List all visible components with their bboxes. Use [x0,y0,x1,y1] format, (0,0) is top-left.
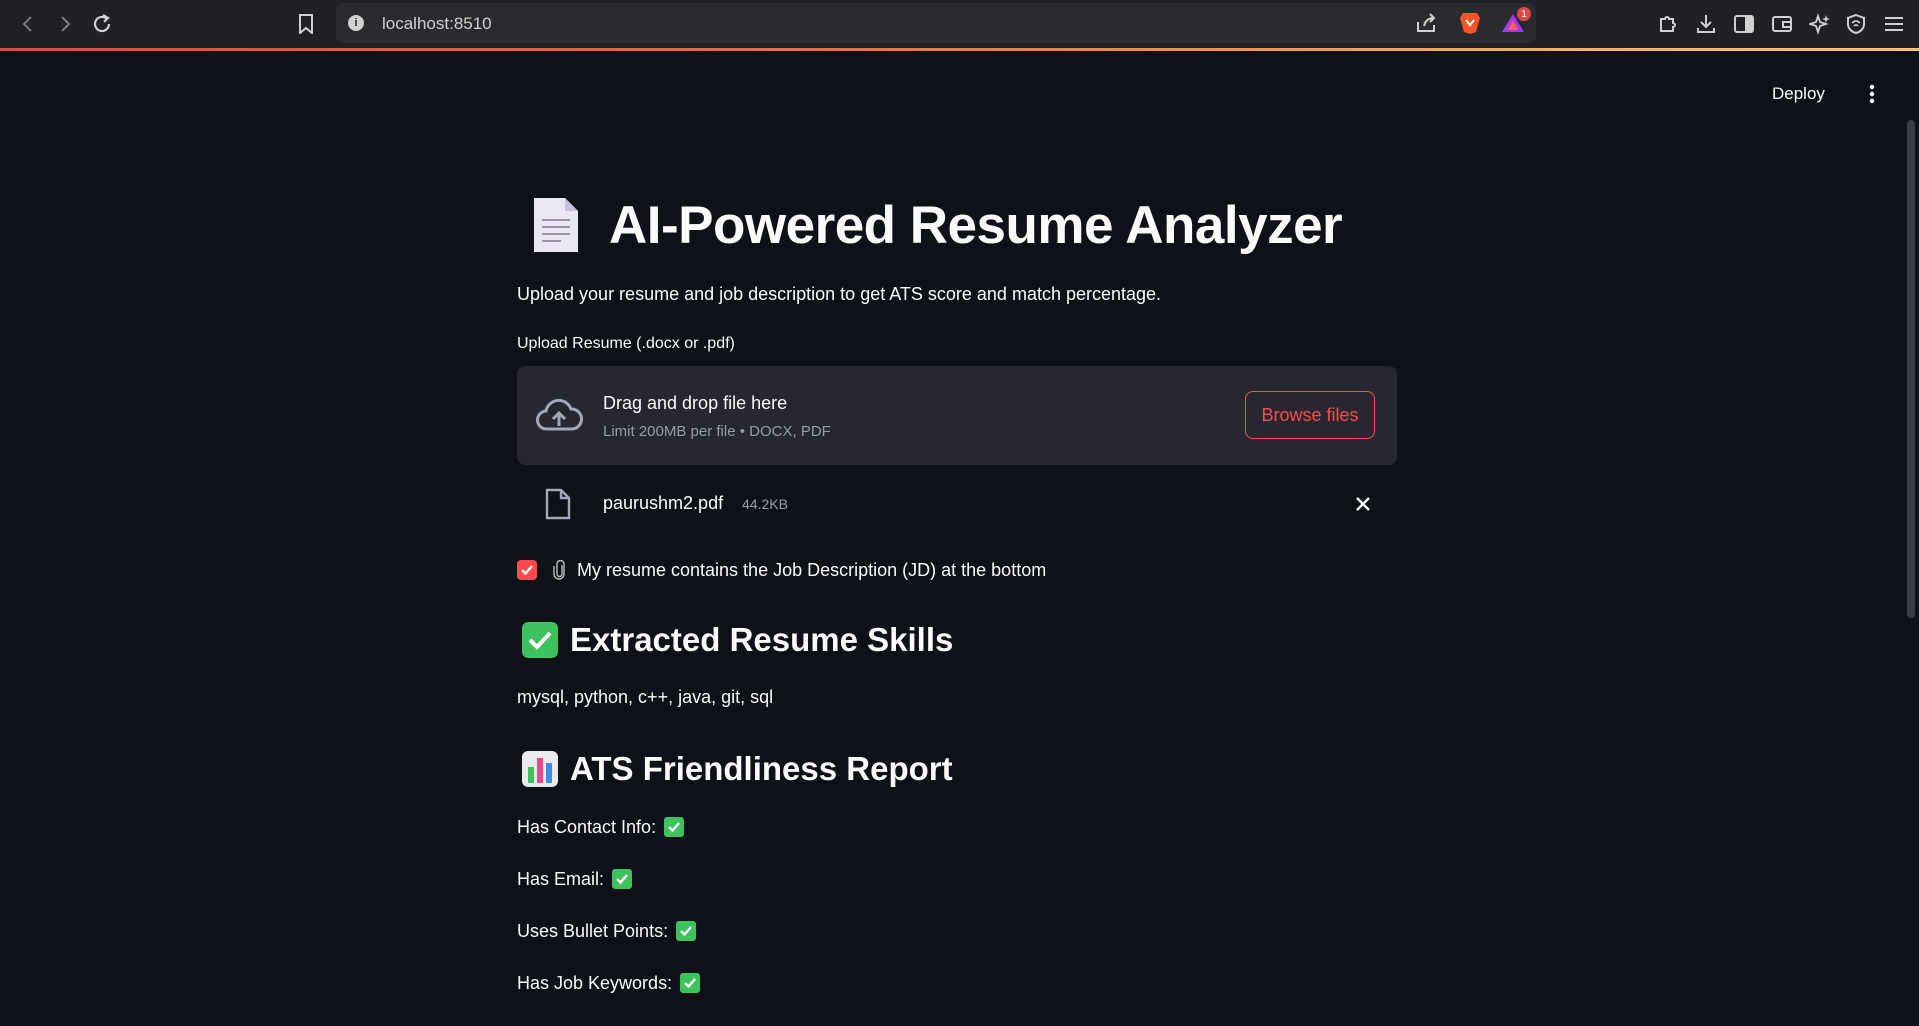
ats-report-heading-text: ATS Friendliness Report [570,750,953,787]
bar-chart-icon [522,751,558,787]
page-load-accent-line [0,48,1919,51]
rewards-badge-count: 1 [1517,7,1531,21]
cloud-upload-icon [536,398,583,431]
share-icon[interactable] [1412,9,1440,37]
ats-item-label: Has Job Keywords: [517,972,673,993]
extensions-icon[interactable] [1654,10,1682,38]
check-mark-button-icon [522,622,558,658]
uploaded-file-row: paurushm2.pdf 44.2KB [517,482,1397,526]
page-scrollbar[interactable] [1907,120,1915,618]
check-mark-icon [612,869,633,889]
uploaded-file-size: 44.2KB [742,496,788,512]
page-subtitle: Upload your resume and job description t… [517,284,1162,304]
ats-item-job-keywords: Has Job Keywords: [517,971,701,995]
ats-item-label: Has Email: [517,868,605,889]
dropzone-hint: Limit 200MB per file • DOCX, PDF [603,423,831,440]
more-options-icon[interactable] [1860,80,1884,108]
url-text: localhost:8510 [382,14,492,33]
vpn-shield-icon[interactable] [1842,10,1870,38]
download-icon[interactable] [1692,10,1720,38]
ats-report-heading: ATS Friendliness Report [517,747,953,791]
back-icon[interactable] [14,10,42,38]
check-mark-icon [676,921,697,941]
page-title: AI-Powered Resume Analyzer [517,190,1397,260]
paperclip-icon [553,560,565,580]
dropzone-title: Drag and drop file here [603,393,788,413]
resume-dropzone[interactable]: Drag and drop file here Limit 200MB per … [517,366,1397,465]
remove-file-icon[interactable] [1353,494,1373,514]
jd-checkbox-label: My resume contains the Job Description (… [577,559,1047,580]
extracted-skills-text: mysql, python, c++, java, git, sql [517,687,774,707]
deploy-button[interactable]: Deploy [1772,80,1825,108]
ats-item-bullet-points: Uses Bullet Points: [517,919,697,943]
ats-item-contact-info: Has Contact Info: [517,815,685,839]
address-bar[interactable]: i localhost:8510 1 [336,3,1536,43]
page-title-text: AI-Powered Resume Analyzer [609,195,1343,255]
file-icon [545,488,571,520]
uploaded-file-name: paurushm2.pdf [603,493,724,513]
check-mark-icon [664,817,685,837]
site-info-icon[interactable]: i [348,15,364,31]
ats-item-label: Has Contact Info: [517,816,657,837]
resume-upload-label: Upload Resume (.docx or .pdf) [517,335,735,352]
browser-toolbar: i localhost:8510 1 [0,0,1919,48]
brave-rewards-icon[interactable]: 1 [1499,7,1531,37]
sidebar-toggle-icon[interactable] [1730,10,1758,38]
forward-icon[interactable] [51,10,79,38]
leo-ai-icon[interactable] [1806,10,1834,38]
check-mark-icon [680,973,701,993]
menu-icon[interactable] [1880,10,1908,38]
ats-item-label: Uses Bullet Points: [517,920,669,941]
jd-checkbox[interactable] [517,560,537,580]
checkmark-icon [521,565,533,576]
ats-item-email: Has Email: [517,867,633,891]
skills-heading: Extracted Resume Skills [517,618,953,662]
jd-checkbox-row[interactable]: My resume contains the Job Description (… [517,558,1046,582]
brave-shields-icon[interactable] [1456,9,1484,37]
skills-heading-text: Extracted Resume Skills [570,621,954,658]
browse-files-button[interactable]: Browse files [1245,391,1375,439]
document-icon [534,198,578,252]
reload-icon[interactable] [88,10,116,38]
wallet-icon[interactable] [1768,10,1796,38]
bookmark-icon[interactable] [292,10,320,38]
